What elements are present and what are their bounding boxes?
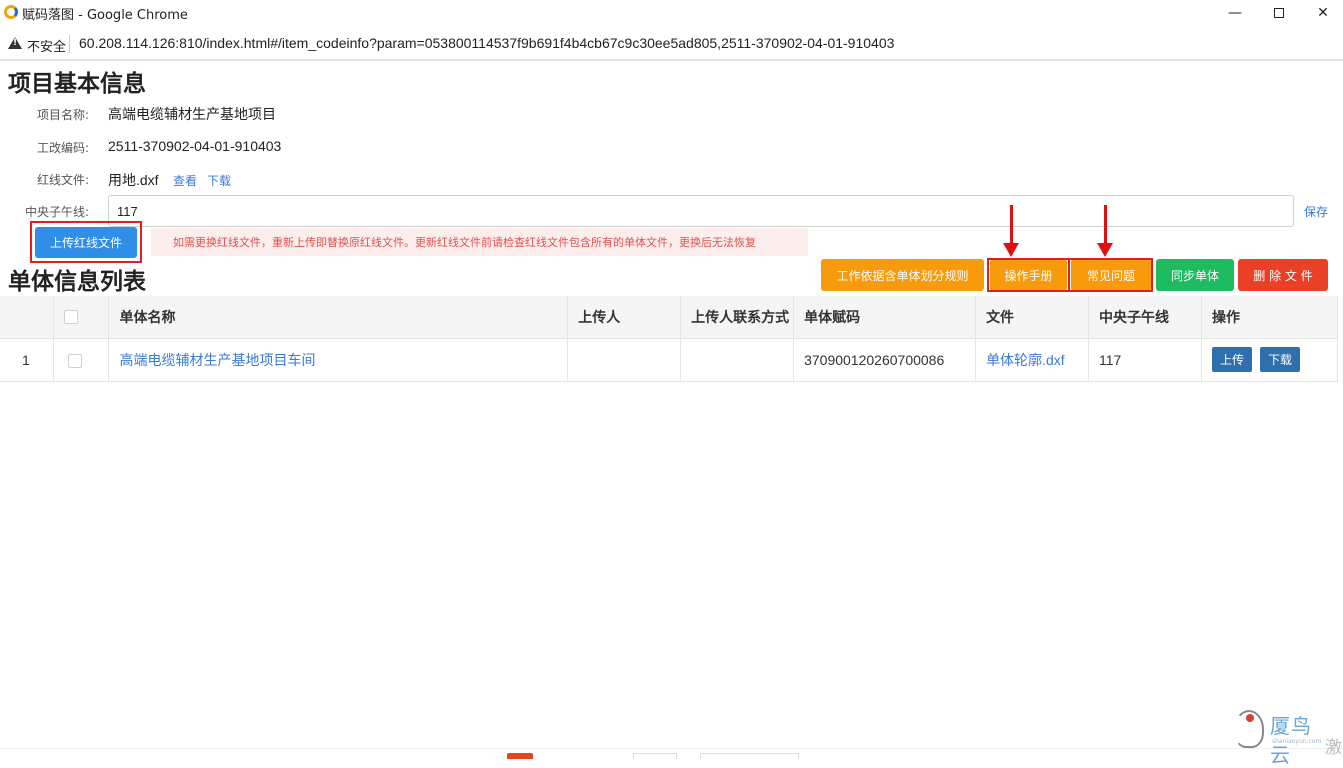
watermark-domain: shaniaoyun.com — [1272, 738, 1322, 745]
footer-divider — [0, 748, 1343, 749]
col-uploader-contact: 上传人联系方式 — [680, 296, 795, 339]
annotation-box-buttons — [987, 258, 1153, 292]
pagination-page-size[interactable] — [633, 753, 677, 759]
delete-file-button[interactable]: 删 除 文 件 — [1238, 259, 1328, 291]
upload-redline-button[interactable]: 上传红线文件 — [35, 227, 137, 258]
row-index: 1 — [0, 338, 55, 382]
redline-file-name: 用地.dxf — [108, 172, 159, 188]
col-unit-code: 单体赋码 — [793, 296, 977, 339]
divider — [0, 59, 1343, 61]
annotation-arrow-icon — [1097, 243, 1113, 257]
redline-notice: 如需更换红线文件，重新上传即替换原红线文件。更新红线文件前请检查红线文件包含所有… — [151, 228, 808, 256]
url-text[interactable]: 60.208.114.126:810/index.html#/item_code… — [79, 35, 894, 51]
col-actions: 操作 — [1201, 296, 1339, 339]
project-code-label: 工改编码: — [37, 141, 90, 155]
annotation-arrow-icon — [1003, 243, 1019, 257]
download-redline-link[interactable]: 下载 — [207, 172, 231, 189]
row-uploader — [567, 338, 682, 382]
row-contact — [680, 338, 795, 382]
unit-name-link[interactable]: 高端电缆辅材生产基地项目车间 — [119, 352, 315, 368]
window-title: 赋码落图 - Google Chrome — [22, 8, 188, 23]
redline-file-label: 红线文件: — [37, 173, 90, 187]
annotation-arrow-shaft — [1010, 205, 1013, 247]
maximize-icon — [1274, 7, 1284, 18]
table-header-row: 单体名称 上传人 上传人联系方式 单体赋码 文件 中央子午线 操作 — [0, 296, 1339, 339]
row-download-button[interactable]: 下载 — [1259, 347, 1300, 372]
col-uploader: 上传人 — [567, 296, 682, 339]
row-meridian: 117 — [1088, 338, 1202, 382]
project-name-label: 项目名称: — [37, 108, 90, 122]
meridian-label: 中央子午线: — [25, 205, 90, 219]
view-redline-link[interactable]: 查看 — [173, 172, 197, 189]
address-bar[interactable]: 不安全 60.208.114.126:810/index.html#/item_… — [0, 29, 1343, 59]
close-button[interactable]: ✕ — [1300, 0, 1343, 25]
col-unit-name: 单体名称 — [108, 296, 569, 339]
table-row: 1 高端电缆辅材生产基地项目车间 370900120260700086 单体轮廓… — [0, 338, 1339, 382]
col-meridian: 中央子午线 — [1088, 296, 1202, 339]
row-upload-button[interactable]: 上传 — [1211, 347, 1252, 372]
chrome-app-icon — [4, 5, 18, 19]
edge-text: 激 — [1325, 738, 1342, 758]
security-status[interactable]: 不安全 — [27, 36, 66, 55]
window-titlebar: 赋码落图 - Google Chrome — ✕ — [0, 0, 1343, 25]
annotation-divider — [1068, 258, 1070, 292]
unit-file-link[interactable]: 单体轮廓.dxf — [986, 352, 1065, 368]
pagination-current-page[interactable] — [507, 753, 533, 759]
annotation-arrow-shaft — [1104, 205, 1107, 247]
project-code-value: 2511-370902-04-01-910403 — [108, 138, 282, 154]
col-index — [0, 296, 55, 339]
watermark-logo: 厦鸟云 shaniaoyun.com — [1232, 708, 1332, 767]
address-separator — [69, 35, 70, 53]
minimize-button[interactable]: — — [1212, 0, 1258, 25]
col-select — [53, 296, 110, 339]
warning-icon[interactable] — [8, 37, 22, 49]
logo-dot-icon — [1246, 714, 1254, 722]
sync-units-button[interactable]: 同步单体 — [1156, 259, 1234, 291]
maximize-button[interactable] — [1256, 0, 1302, 25]
units-list-heading: 单体信息列表 — [8, 269, 146, 295]
meridian-input[interactable] — [108, 195, 1294, 227]
select-all-checkbox[interactable] — [64, 309, 79, 324]
row-checkbox[interactable] — [68, 353, 83, 368]
project-name-value: 高端电缆辅材生产基地项目 — [108, 106, 276, 122]
col-file: 文件 — [975, 296, 1090, 339]
work-rules-button[interactable]: 工作依据含单体划分规则 — [821, 259, 984, 291]
pagination-jump-input[interactable] — [700, 753, 799, 759]
project-info-heading: 项目基本信息 — [8, 71, 146, 97]
row-unit-code: 370900120260700086 — [793, 338, 977, 382]
units-table: 单体名称 上传人 上传人联系方式 单体赋码 文件 中央子午线 操作 1 高端电缆… — [0, 296, 1339, 382]
save-link[interactable]: 保存 — [1304, 203, 1328, 220]
